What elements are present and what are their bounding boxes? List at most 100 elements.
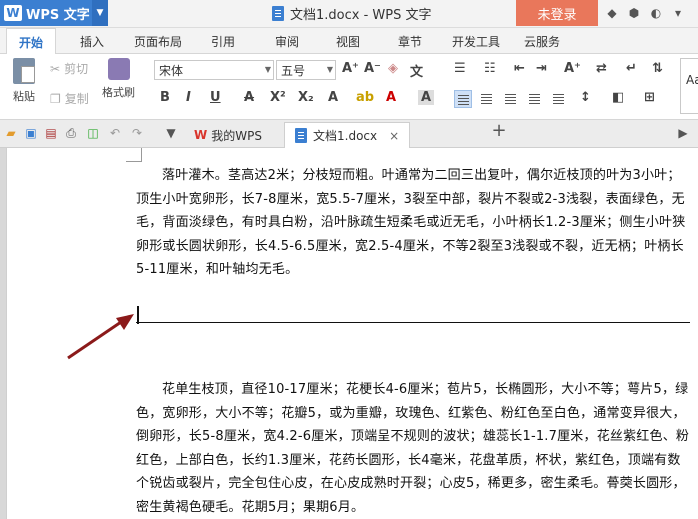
copy-button[interactable]: ❐ 复制: [50, 90, 89, 107]
chevron-down-icon: ▼: [264, 65, 271, 74]
chinese-layout-icon[interactable]: ⇄: [596, 61, 607, 76]
window-title: 文档1.docx - WPS 文字: [272, 4, 431, 23]
align-right-button[interactable]: [502, 90, 520, 108]
bold-icon[interactable]: B: [160, 90, 170, 105]
quick-access-bar: ▰ ▣ ▤ ⎙ ◫ ↶ ↷ ▼ W 我的WPS 文档1.docx × + ▶: [0, 120, 698, 148]
tab-chapter[interactable]: 章节: [398, 33, 422, 50]
tab-my-wps-label: 我的WPS: [211, 128, 262, 143]
wps-logo-icon: W: [4, 5, 22, 21]
paragraph-2[interactable]: 花单生枝顶，直径10-17厘米；花梗长4-6厘米；苞片5，长椭圆形，大小不等；萼…: [136, 378, 692, 519]
tab-developer[interactable]: 开发工具: [452, 33, 500, 50]
title-icons: ◆ ⬢ ◐ ▾: [604, 4, 686, 21]
font-name-value: 宋体: [159, 63, 184, 78]
tab-document-1[interactable]: 文档1.docx ×: [284, 122, 411, 148]
paste-button[interactable]: 粘贴: [6, 58, 42, 104]
close-tab-icon[interactable]: ×: [389, 129, 399, 143]
strikethrough-icon[interactable]: A: [244, 90, 254, 105]
tab-view[interactable]: 视图: [336, 33, 360, 50]
paste-label: 粘贴: [13, 90, 35, 103]
clear-format-icon[interactable]: ◈: [388, 61, 398, 76]
arrow-shaft: [67, 318, 125, 360]
horizontal-rule: [136, 322, 690, 323]
open-folder-icon[interactable]: ▰: [4, 126, 18, 140]
document-icon: [272, 6, 284, 21]
highlight-icon[interactable]: ab: [356, 90, 374, 105]
char-shading-icon[interactable]: A: [418, 90, 435, 105]
document-icon: [295, 128, 307, 143]
line-spacing-icon[interactable]: ↕: [580, 90, 591, 105]
help-icon[interactable]: ◐: [648, 4, 664, 21]
underline-icon[interactable]: U: [210, 90, 221, 105]
shading-icon[interactable]: ◧: [612, 90, 624, 105]
ribbon-tabs: 开始 插入 页面布局 引用 审阅 视图 章节 开发工具 云服务: [0, 28, 698, 55]
increase-indent-icon[interactable]: ⇥: [536, 61, 547, 76]
cut-label: 剪切: [64, 62, 89, 76]
screen-mode-icon[interactable]: ▶: [676, 126, 690, 140]
arrow-head: [116, 314, 134, 330]
style-gallery[interactable]: Aa: [680, 58, 698, 114]
document-area: 落叶灌木。茎高达2米；分枝短而粗。叶通常为二回三出复叶，偶尔近枝顶的叶为3小叶；…: [0, 148, 698, 519]
paragraph-1[interactable]: 落叶灌木。茎高达2米；分枝短而粗。叶通常为二回三出复叶，偶尔近枝顶的叶为3小叶；…: [136, 164, 692, 282]
app-name: WPS 文字: [26, 7, 90, 23]
numbered-list-icon[interactable]: ☷: [484, 61, 496, 76]
style-preview: Aa: [686, 73, 698, 87]
save-icon[interactable]: ▣: [24, 126, 38, 140]
bullet-list-icon[interactable]: ☰: [454, 61, 466, 76]
settings-icon[interactable]: ⬢: [626, 4, 642, 21]
cut-button[interactable]: ✂ 剪切: [50, 60, 88, 77]
align-justify-button[interactable]: [526, 90, 544, 108]
paste-icon: [13, 58, 35, 84]
redo-icon[interactable]: ↷: [130, 126, 144, 140]
export-pdf-icon[interactable]: ▤: [44, 126, 58, 140]
customize-dropdown-icon[interactable]: ▼: [164, 126, 178, 140]
distributed-align-button[interactable]: [550, 90, 568, 108]
paragraph-mark-icon[interactable]: ↵: [626, 61, 637, 76]
decrease-indent-icon[interactable]: ⇤: [514, 61, 525, 76]
menu-dropdown-icon[interactable]: ▼: [92, 0, 108, 26]
tab-my-wps[interactable]: W 我的WPS: [184, 122, 272, 148]
new-tab-button[interactable]: +: [491, 120, 506, 141]
window-title-text: 文档1.docx - WPS 文字: [290, 8, 432, 23]
superscript-icon[interactable]: X²: [270, 90, 286, 105]
brush-icon: [107, 58, 130, 80]
format-painter-button[interactable]: 格式刷: [102, 58, 135, 100]
tab-page-layout[interactable]: 页面布局: [134, 33, 182, 50]
wps-menu-button[interactable]: W WPS 文字 ▼: [0, 0, 108, 26]
ribbon: 粘贴 ✂ 剪切 ❐ 复制 格式刷 宋体 ▼ 五号 ▼ A⁺ A⁻ ◈ 文 B I…: [0, 54, 698, 120]
phonetic-icon[interactable]: 文: [410, 61, 423, 80]
italic-icon[interactable]: I: [186, 90, 191, 105]
tab-references[interactable]: 引用: [211, 33, 235, 50]
copy-label: 复制: [64, 92, 89, 106]
skin-icon[interactable]: ◆: [604, 4, 620, 21]
print-preview-icon[interactable]: ◫: [86, 126, 100, 140]
undo-icon[interactable]: ↶: [108, 126, 122, 140]
wps-w-icon: W: [194, 128, 208, 142]
print-icon[interactable]: ⎙: [64, 126, 78, 140]
login-button[interactable]: 未登录: [516, 0, 598, 26]
align-center-button[interactable]: [478, 90, 496, 108]
subscript-icon[interactable]: X₂: [298, 90, 314, 105]
sort-icon[interactable]: ⇅: [652, 61, 663, 76]
annotation-arrow: [67, 314, 134, 360]
font-name-select[interactable]: 宋体 ▼: [154, 60, 274, 80]
chevron-down-icon: ▼: [326, 65, 333, 74]
tab-home[interactable]: 开始: [6, 28, 57, 55]
font-color-icon[interactable]: A: [386, 90, 396, 105]
tab-document-1-label: 文档1.docx: [313, 129, 378, 143]
change-case-icon[interactable]: A⁺: [564, 61, 581, 76]
font-size-value: 五号: [281, 63, 306, 78]
tab-cloud[interactable]: 云服务: [524, 33, 560, 50]
text-effect-icon[interactable]: A: [328, 90, 338, 105]
align-left-button[interactable]: [454, 90, 472, 108]
tab-insert[interactable]: 插入: [80, 33, 104, 50]
tab-review[interactable]: 审阅: [275, 33, 299, 50]
more-icon[interactable]: ▾: [670, 4, 686, 21]
title-bar: W WPS 文字 ▼ 文档1.docx - WPS 文字 未登录 ◆ ⬢ ◐ ▾: [0, 0, 698, 28]
scissors-icon: ✂: [50, 61, 61, 76]
format-painter-label: 格式刷: [102, 86, 135, 99]
grow-font-icon[interactable]: A⁺: [342, 61, 359, 76]
borders-icon[interactable]: ⊞: [644, 90, 655, 105]
shrink-font-icon[interactable]: A⁻: [364, 61, 381, 76]
margin-corner-mark: [126, 148, 142, 162]
font-size-select[interactable]: 五号 ▼: [276, 60, 336, 80]
